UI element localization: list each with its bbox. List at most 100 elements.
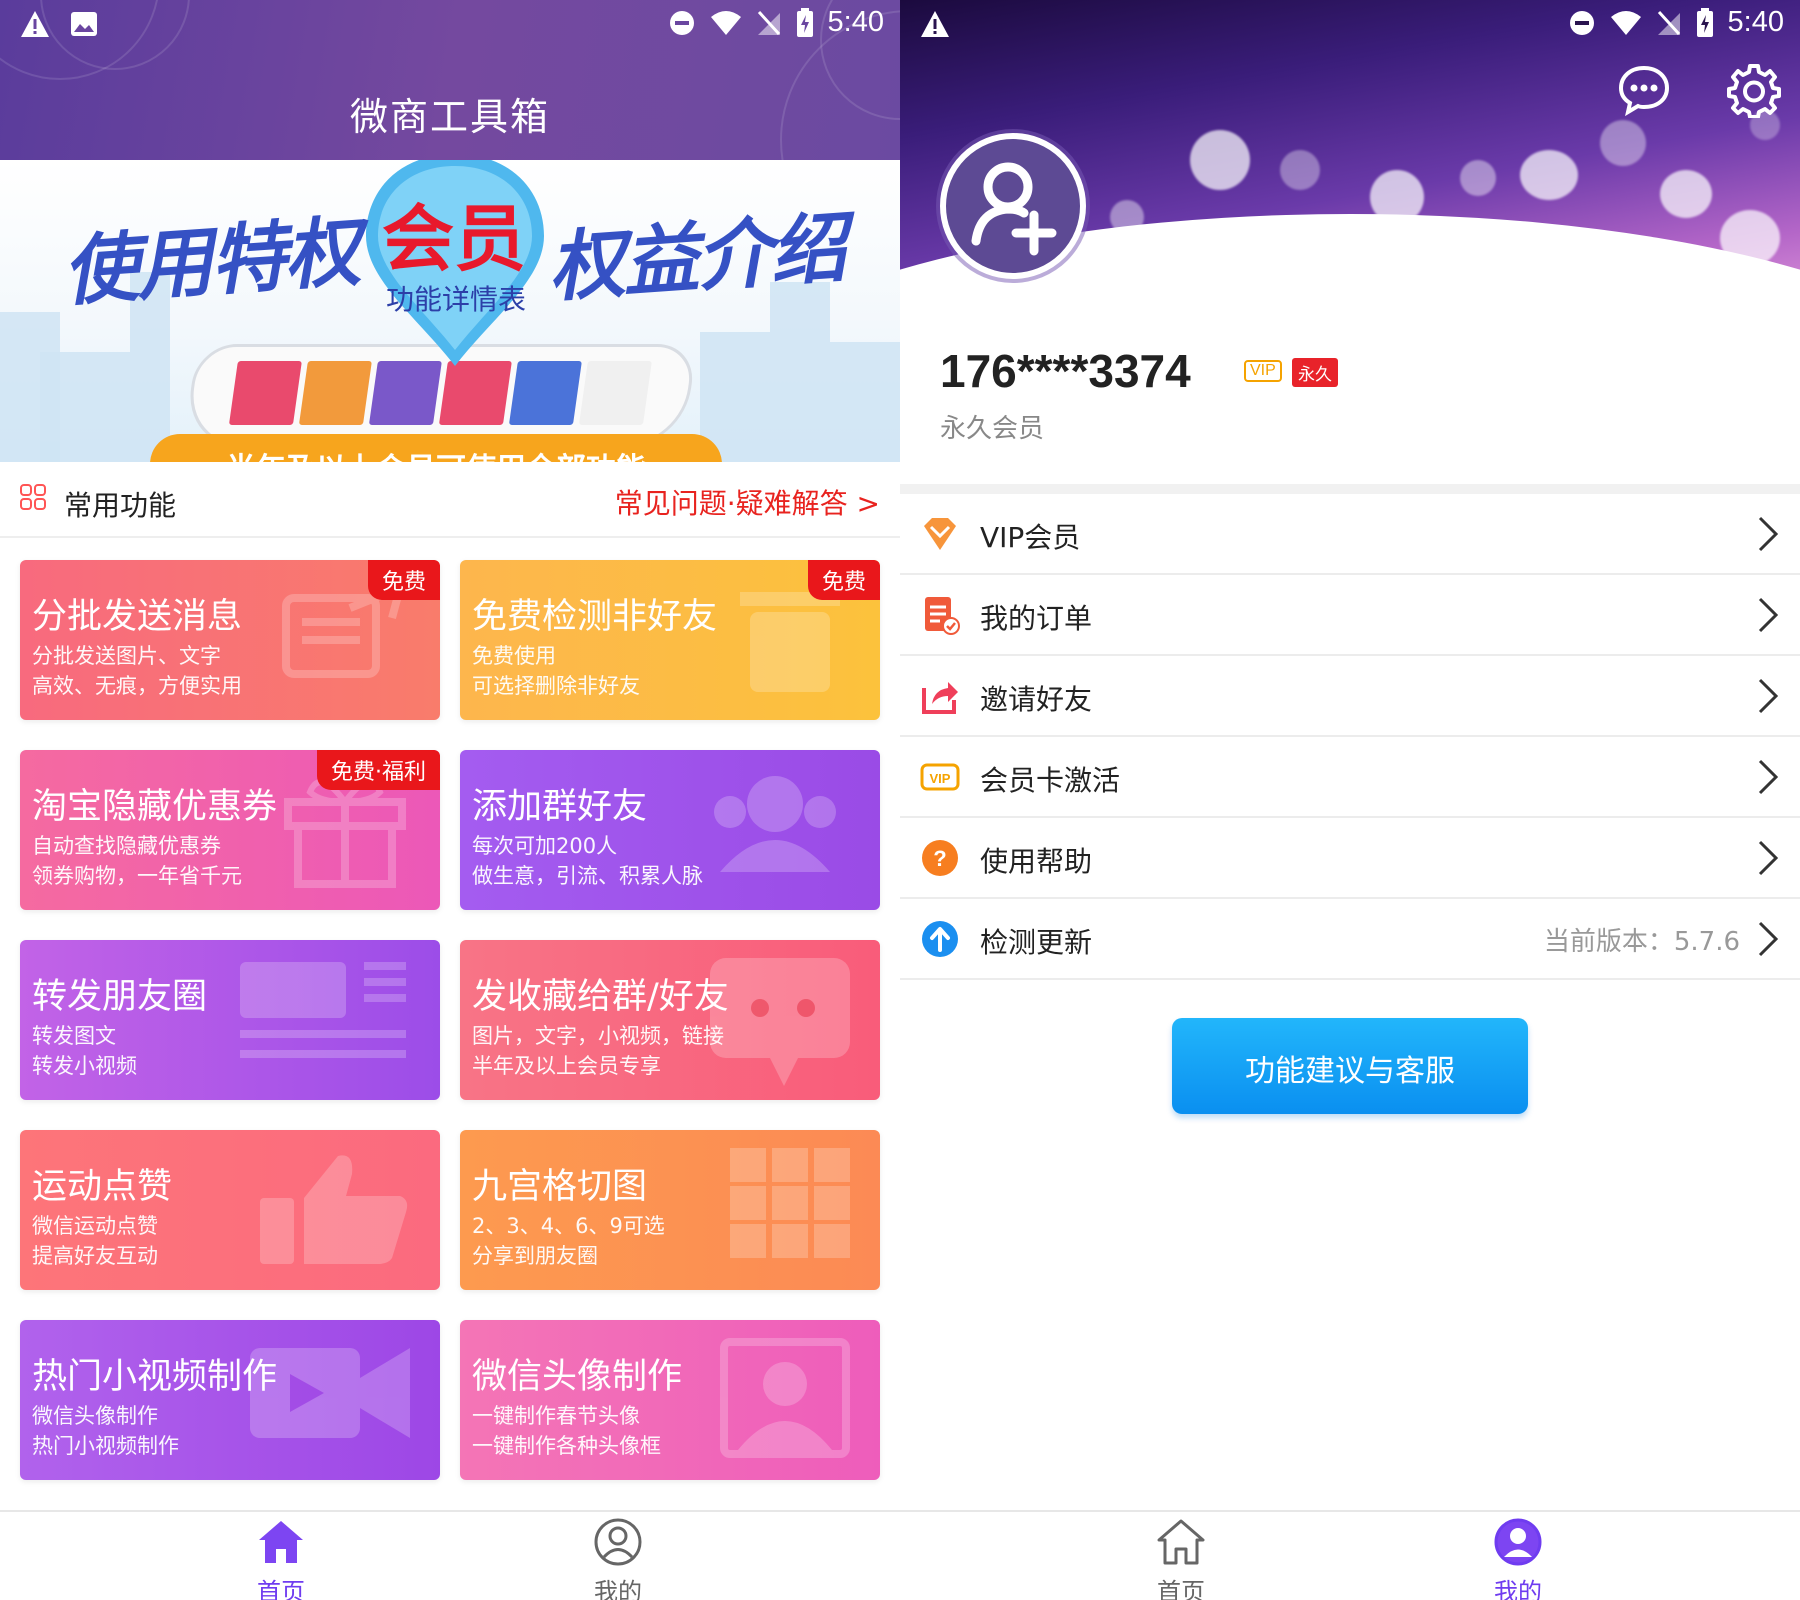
settings-gear-icon[interactable] <box>1726 62 1782 118</box>
chevron-right-icon <box>1758 516 1779 552</box>
diamond-icon <box>924 518 956 550</box>
nav-home[interactable]: 首页 <box>1121 1518 1241 1600</box>
chat-bubble-icon <box>710 958 850 1086</box>
menu-item-label: 检测更新 <box>980 926 1093 959</box>
menu-item[interactable]: VIP 会员卡激活 <box>900 737 1800 818</box>
feature-badge: 免费 <box>807 560 880 600</box>
vip-card-icon: VIP <box>920 763 960 791</box>
status-time: 5:40 <box>1727 6 1784 38</box>
feature-card[interactable]: 九宫格切图 2、3、4、6、9可选 分享到朋友圈 <box>460 1130 880 1290</box>
feature-card-title: 运动点赞 <box>32 1167 173 1207</box>
profile-screen: 5:40 176****3374 VIP 永久 永久会员 VIP会员 我的订单 邀请… <box>900 0 1800 1600</box>
feature-card-desc: 图片，文字，小视频，链接 <box>472 1024 724 1048</box>
menu-item[interactable]: 邀请好友 <box>900 656 1800 737</box>
feature-card-desc: 一键制作各种头像框 <box>472 1434 661 1458</box>
feature-card-desc: 免费使用 <box>472 644 556 668</box>
feature-card-desc: 转发图文 <box>32 1024 116 1048</box>
chevron-right-icon <box>1758 921 1779 957</box>
status-bar: 5:40 <box>0 0 900 50</box>
feature-card-title: 九宫格切图 <box>472 1167 648 1207</box>
feature-badge: 免费 <box>367 560 440 600</box>
wifi-icon <box>710 10 741 35</box>
forever-badge: 永久 <box>1292 358 1338 387</box>
menu-item[interactable]: 我的订单 <box>900 575 1800 656</box>
feature-card-title: 淘宝隐藏优惠券 <box>32 787 278 827</box>
thumbs-up-icon <box>260 1155 408 1264</box>
feature-card-desc: 可选择删除非好友 <box>472 674 640 698</box>
feature-card[interactable]: 淘宝隐藏优惠券 自动查找隐藏优惠券 领券购物，一年省千元 免费·福利 <box>20 750 440 910</box>
section-title: 常用功能 <box>64 489 177 522</box>
menu-item[interactable]: VIP会员 <box>900 494 1800 575</box>
warning-icon <box>921 11 949 37</box>
menu-item-label: 邀请好友 <box>980 683 1093 716</box>
bottom-nav: 首页 我的 <box>900 1510 1800 1600</box>
nav-home-label: 首页 <box>1157 1578 1205 1600</box>
membership-banner[interactable]: 使用特权 会员 功能详情表 权益介绍 半年及以上会员可使用全部功能 <box>0 160 900 462</box>
feature-card-title: 转发朋友圈 <box>32 977 208 1017</box>
add-user-icon <box>971 162 1057 256</box>
chevron-right-icon <box>1758 678 1779 714</box>
group-users-icon <box>714 776 836 872</box>
feature-card[interactable]: 转发朋友圈转发图文转发小视频 <box>20 940 440 1100</box>
no-signal-icon <box>1657 10 1680 35</box>
status-bar: 5:40 <box>900 0 1800 50</box>
feature-card-desc: 半年及以上会员专享 <box>472 1054 661 1078</box>
banner-text-right: 权益介绍 <box>545 202 848 313</box>
user-phone: 176****3374 <box>940 345 1191 397</box>
nav-mine[interactable]: 我的 <box>558 1518 678 1600</box>
feature-card-desc: 提高好友互动 <box>32 1244 158 1268</box>
banner-text-left: 使用特权 <box>59 206 362 317</box>
bottom-nav: 首页 我的 <box>0 1510 900 1600</box>
feature-card-title: 发收藏给群/好友 <box>472 977 729 1017</box>
feature-card-desc: 分批发送图片、文字 <box>32 644 221 668</box>
feature-card[interactable]: 添加群好友 每次可加200人 做生意，引流、积累人脉 <box>460 750 880 910</box>
feature-card[interactable]: 运动点赞微信运动点赞 提高好友互动 <box>20 1130 440 1290</box>
feature-card[interactable]: 发收藏给群/好友图片，文字，小视频，链接 半年及以上会员专享 <box>460 940 880 1100</box>
feature-card-title: 免费检测非好友 <box>472 597 718 637</box>
menu-item-label: 使用帮助 <box>980 845 1093 878</box>
feature-card[interactable]: 热门小视频制作 微信头像制作 热门小视频制作 <box>20 1320 440 1480</box>
divider <box>900 484 1800 494</box>
nav-mine-label: 我的 <box>594 1578 642 1600</box>
menu-item-label: 我的订单 <box>980 602 1093 635</box>
section-header: 常用功能 常见问题·疑难解答 > <box>0 462 900 538</box>
battery-icon <box>796 7 813 37</box>
menu-item-label: 会员卡激活 <box>980 764 1121 797</box>
feature-card-desc: 2、3、4、6、9可选 <box>472 1214 665 1238</box>
message-icon[interactable] <box>1616 62 1672 118</box>
feedback-service-button[interactable]: 功能建议与客服 <box>1172 1018 1528 1114</box>
menu-item[interactable]: 检测更新 当前版本：5.7.6 <box>900 899 1800 980</box>
feature-card[interactable]: 分批发送消息分批发送图片、文字 高效、无痕，方便实用 免费 <box>20 560 440 720</box>
nav-mine[interactable]: 我的 <box>1458 1518 1578 1600</box>
home-icon <box>1157 1519 1205 1565</box>
grid-icon <box>730 1148 850 1258</box>
feature-card-title: 分批发送消息 <box>32 597 243 637</box>
feature-card[interactable]: 微信头像制作 一键制作春节头像 一键制作各种头像框 <box>460 1320 880 1480</box>
feature-card-desc: 自动查找隐藏优惠券 <box>32 834 221 858</box>
update-icon <box>922 921 958 957</box>
nav-mine-label: 我的 <box>1494 1578 1542 1600</box>
faq-link[interactable]: 常见问题·疑难解答 > <box>615 482 880 522</box>
help-icon: ? <box>922 840 958 876</box>
feature-card-desc: 转发小视频 <box>32 1054 137 1078</box>
menu-item[interactable]: ? 使用帮助 <box>900 818 1800 899</box>
feature-card-desc: 高效、无痕，方便实用 <box>32 674 242 698</box>
wifi-icon <box>1610 10 1641 35</box>
warning-icon <box>21 11 49 37</box>
feature-card[interactable]: 免费检测非好友免费使用可选择删除非好友 免费 <box>460 560 880 720</box>
nav-home[interactable]: 首页 <box>221 1518 341 1600</box>
nav-home-label: 首页 <box>257 1578 305 1600</box>
feature-card-desc: 每次可加200人 <box>472 834 618 858</box>
image-icon <box>71 12 97 36</box>
home-screen: 微商工具箱 5:40 使用特权 会员 功能详情表 权益介绍 常用功能 常见问题·… <box>0 0 900 1600</box>
moments-post-icon <box>240 962 406 1058</box>
status-time: 5:40 <box>827 6 884 38</box>
avatar[interactable] <box>940 133 1086 279</box>
feature-card-desc: 微信运动点赞 <box>32 1214 158 1238</box>
portrait-icon <box>720 1338 850 1458</box>
svg-text:VIP: VIP <box>930 771 951 786</box>
profile-icon <box>594 1518 642 1566</box>
menu-item-label: VIP会员 <box>980 521 1081 554</box>
home-icon <box>259 1521 303 1563</box>
app-title: 微商工具箱 <box>349 95 550 139</box>
